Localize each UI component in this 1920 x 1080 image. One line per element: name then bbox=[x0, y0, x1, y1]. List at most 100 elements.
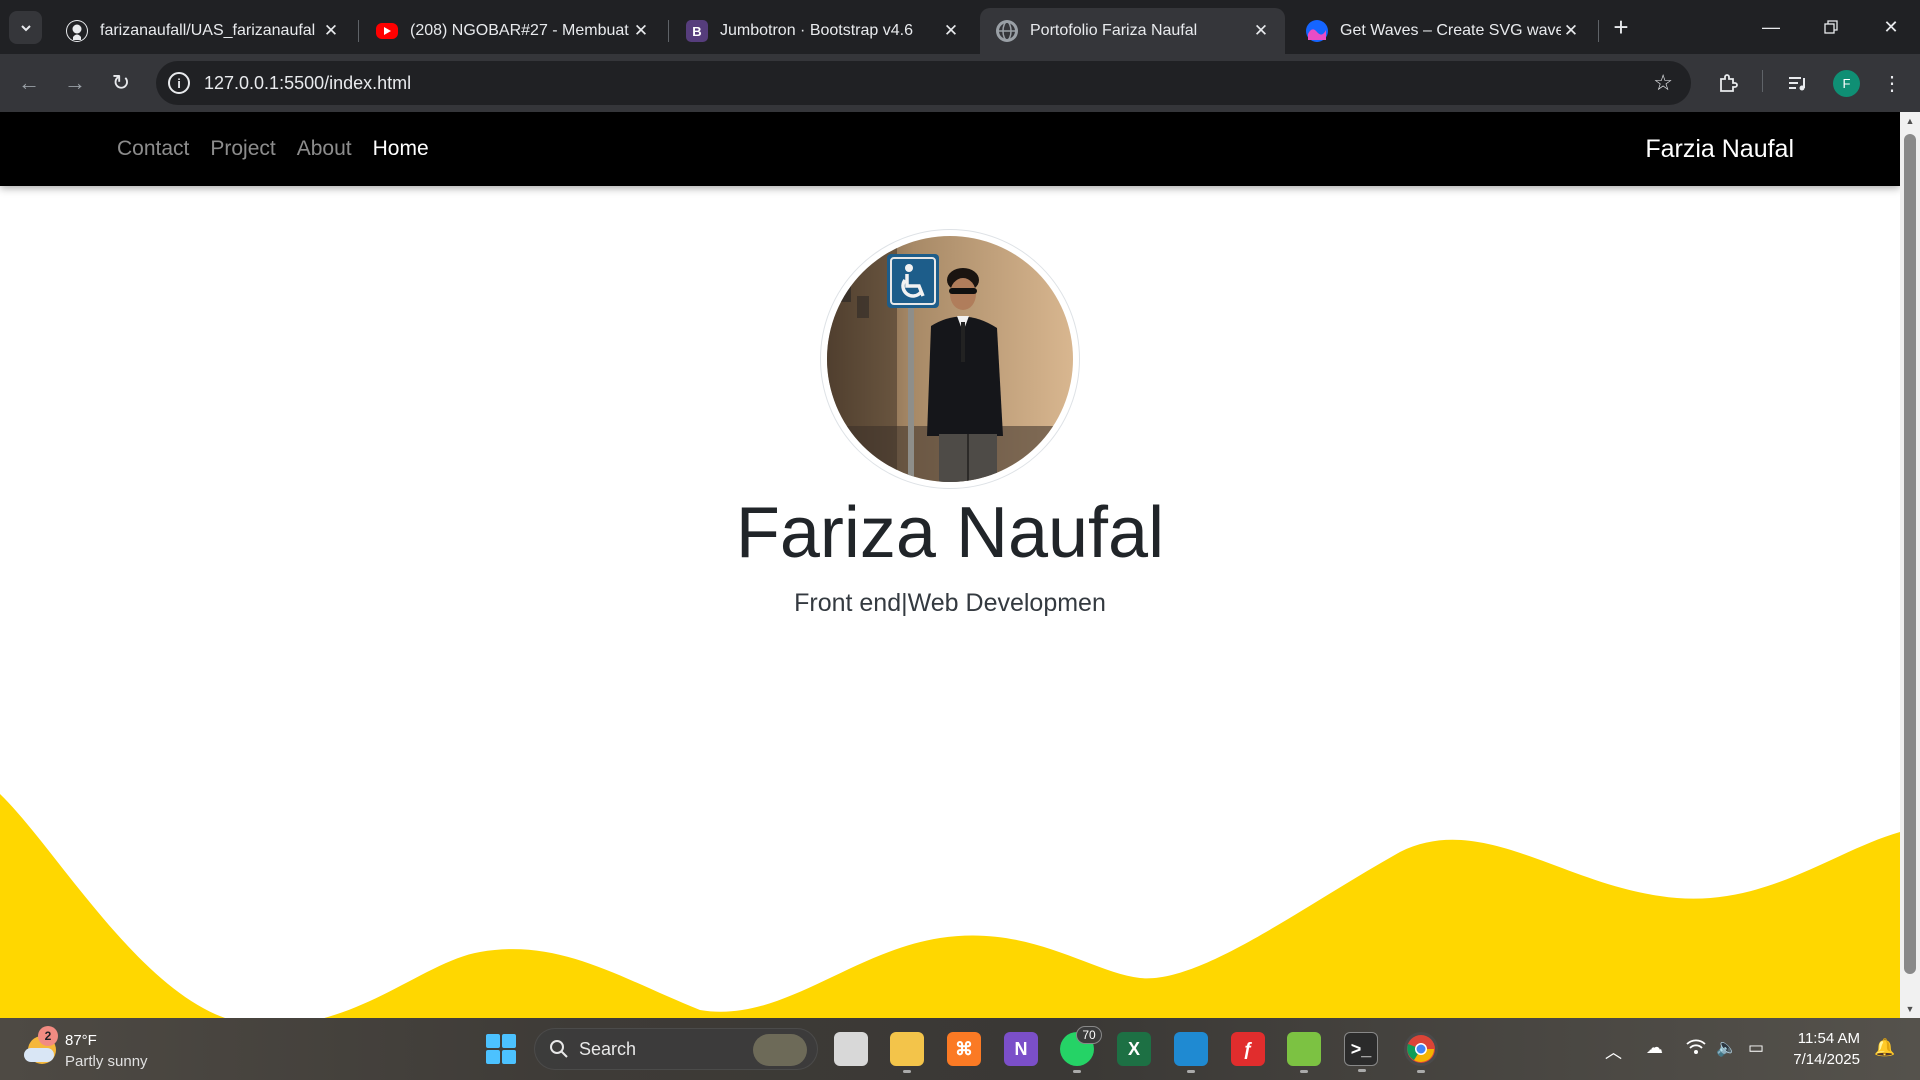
scroll-up-arrow-icon[interactable]: ▲ bbox=[1900, 114, 1920, 128]
tab-divider bbox=[668, 20, 669, 42]
arrow-right-icon: → bbox=[64, 70, 86, 95]
tab-portfolio[interactable]: Portofolio Fariza Naufal ✕ bbox=[980, 8, 1285, 54]
arrow-left-icon: ← bbox=[18, 70, 40, 95]
vscode-icon[interactable] bbox=[1174, 1032, 1208, 1073]
youtube-icon bbox=[376, 23, 398, 39]
clock-time: 11:54 AM bbox=[1797, 1030, 1860, 1047]
url-text: 127.0.0.1:5500/index.html bbox=[204, 72, 412, 93]
more-vert-icon: ⋮ bbox=[1882, 72, 1902, 95]
tab-search-button[interactable] bbox=[9, 11, 42, 44]
chrome-menu-button[interactable]: ⋮ bbox=[1875, 66, 1909, 100]
profile-photo bbox=[820, 229, 1080, 489]
nav-link-home[interactable]: Home bbox=[373, 137, 429, 161]
close-icon[interactable]: ✕ bbox=[321, 21, 341, 41]
profile-avatar[interactable]: F bbox=[1833, 70, 1860, 97]
weather-temperature: 87°F bbox=[65, 1032, 97, 1049]
minimize-icon: — bbox=[1762, 16, 1780, 37]
restore-icon bbox=[1824, 20, 1838, 34]
running-indicator bbox=[1187, 1070, 1195, 1073]
restore-button[interactable] bbox=[1811, 10, 1851, 44]
navbar-brand[interactable]: Farzia Naufal bbox=[1645, 112, 1794, 186]
volume-icon[interactable]: 🔈 bbox=[1716, 1038, 1737, 1058]
bookmark-star-icon[interactable]: ☆ bbox=[1653, 70, 1673, 96]
show-hidden-icons-chevron-up-icon[interactable]: ︿ bbox=[1605, 1038, 1622, 1063]
weather-badge: 2 bbox=[38, 1026, 58, 1046]
media-control-button[interactable] bbox=[1780, 66, 1814, 100]
close-window-button[interactable]: ✕ bbox=[1871, 10, 1911, 44]
close-icon[interactable]: ✕ bbox=[1561, 21, 1581, 41]
visual-studio-icon[interactable]: N bbox=[1004, 1032, 1038, 1066]
forward-button[interactable]: → bbox=[58, 66, 92, 100]
close-icon[interactable]: ✕ bbox=[631, 21, 651, 41]
chrome-icon[interactable] bbox=[1404, 1032, 1438, 1073]
reload-button[interactable]: ↻ bbox=[104, 66, 138, 100]
running-indicator bbox=[1300, 1070, 1308, 1073]
xampp-icon[interactable]: ⌘ bbox=[947, 1032, 981, 1066]
search-highlight-image bbox=[753, 1034, 807, 1066]
battery-charging-icon[interactable]: ▭ bbox=[1748, 1038, 1764, 1058]
getwaves-icon bbox=[1306, 20, 1328, 42]
running-indicator bbox=[1358, 1069, 1366, 1072]
whatsapp-badge: 70 bbox=[1076, 1026, 1102, 1044]
tab-github[interactable]: farizanaufall/UAS_farizanaufal ✕ bbox=[50, 8, 355, 54]
tab-title: farizanaufall/UAS_farizanaufal bbox=[100, 22, 316, 39]
nav-link-about[interactable]: About bbox=[297, 137, 352, 161]
running-indicator bbox=[1417, 1070, 1425, 1073]
nav-link-project[interactable]: Project bbox=[210, 137, 275, 161]
new-tab-button[interactable]: + bbox=[1606, 12, 1636, 42]
nav-link-contact[interactable]: Contact bbox=[117, 137, 189, 161]
globe-icon bbox=[996, 20, 1018, 42]
nav-links: Contact Project About Home bbox=[117, 112, 450, 186]
onedrive-cloud-icon[interactable]: ☁ bbox=[1646, 1038, 1663, 1058]
extensions-button[interactable] bbox=[1711, 66, 1745, 100]
site-info-icon[interactable]: i bbox=[168, 72, 190, 94]
scroll-thumb[interactable] bbox=[1904, 134, 1916, 974]
search-label: Search bbox=[579, 1038, 637, 1059]
browser-tab-strip: farizanaufall/UAS_farizanaufal ✕ (208) N… bbox=[0, 0, 1920, 54]
tab-bootstrap[interactable]: B Jumbotron · Bootstrap v4.6 ✕ bbox=[670, 8, 975, 54]
start-button[interactable] bbox=[486, 1034, 516, 1064]
address-bar[interactable]: i 127.0.0.1:5500/index.html ☆ bbox=[156, 61, 1691, 105]
site-navbar: Contact Project About Home Farzia Naufal bbox=[0, 112, 1900, 186]
plus-icon: + bbox=[1613, 11, 1629, 42]
github-icon bbox=[66, 20, 88, 42]
tab-getwaves[interactable]: Get Waves – Create SVG waves ✕ bbox=[1290, 8, 1595, 54]
toolbar-divider bbox=[1762, 70, 1763, 92]
tab-title: (208) NGOBAR#27 - Membuat W bbox=[410, 22, 631, 39]
cloud-icon bbox=[24, 1048, 54, 1062]
reload-icon: ↻ bbox=[111, 70, 131, 95]
browser-toolbar: ← → ↻ i 127.0.0.1:5500/index.html ☆ ⋮ bbox=[0, 54, 1920, 112]
clock-date: 7/14/2025 bbox=[1793, 1051, 1860, 1068]
minimize-button[interactable]: — bbox=[1751, 10, 1791, 44]
close-icon[interactable]: ✕ bbox=[941, 21, 961, 41]
task-view-icon[interactable] bbox=[834, 1032, 868, 1066]
media-queue-icon bbox=[1789, 77, 1805, 91]
hero-subtitle: Front end|Web Developmen bbox=[794, 589, 1106, 617]
windows-taskbar: 2 87°F Partly sunny Search ⌘ N 70 X ƒ >_… bbox=[0, 1018, 1920, 1080]
running-indicator bbox=[1073, 1070, 1081, 1073]
system-clock[interactable]: 11:54 AM 7/14/2025 bbox=[1780, 1028, 1860, 1070]
profile-photo-image bbox=[827, 236, 1073, 482]
scroll-down-arrow-icon[interactable]: ▼ bbox=[1900, 1002, 1920, 1016]
search-icon bbox=[550, 1040, 568, 1058]
page-scrollbar[interactable]: ▲ ▼ bbox=[1900, 112, 1920, 1018]
bootstrap-icon: B bbox=[686, 20, 708, 42]
flash-icon[interactable]: ƒ bbox=[1231, 1032, 1265, 1066]
tab-youtube[interactable]: (208) NGOBAR#27 - Membuat W ✕ bbox=[360, 8, 665, 54]
close-icon: ✕ bbox=[1883, 16, 1899, 37]
wifi-icon[interactable] bbox=[1686, 1038, 1706, 1061]
back-button[interactable]: ← bbox=[12, 66, 46, 100]
taskbar-search[interactable]: Search bbox=[534, 1028, 818, 1070]
excel-icon[interactable]: X bbox=[1117, 1032, 1151, 1066]
weather-widget[interactable]: 2 87°F Partly sunny bbox=[24, 1026, 184, 1072]
page-viewport: Contact Project About Home Farzia Naufal bbox=[0, 112, 1900, 1018]
file-explorer-icon[interactable] bbox=[890, 1032, 924, 1073]
tab-title: Jumbotron · Bootstrap v4.6 bbox=[720, 22, 913, 39]
chevron-down-icon bbox=[20, 24, 31, 31]
tab-title: Portofolio Fariza Naufal bbox=[1030, 22, 1198, 39]
terminal-icon[interactable]: >_ bbox=[1344, 1032, 1378, 1072]
notepad-icon[interactable] bbox=[1287, 1032, 1321, 1073]
puzzle-icon bbox=[1720, 74, 1738, 92]
notification-bell-icon[interactable]: 🔔 bbox=[1874, 1038, 1895, 1058]
close-icon[interactable]: ✕ bbox=[1251, 21, 1271, 41]
